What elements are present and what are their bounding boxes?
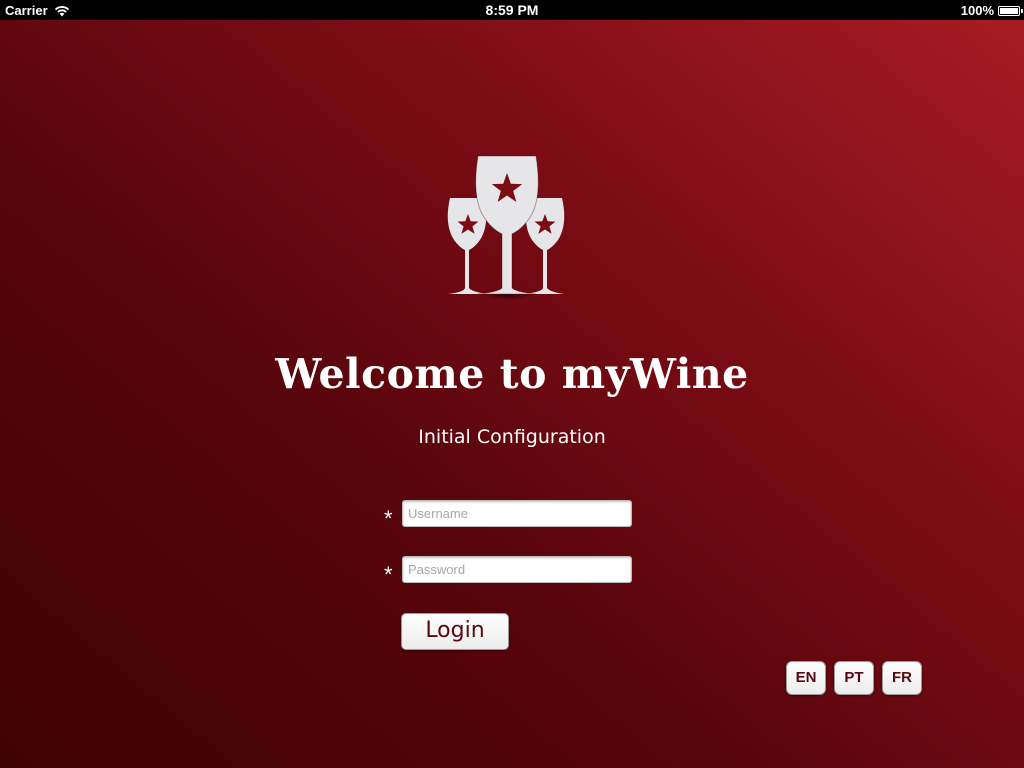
login-button[interactable]: Login [401, 613, 509, 650]
battery-icon [998, 5, 1023, 16]
battery-percent: 100% [960, 3, 994, 18]
battery-indicator: 100% [960, 3, 1023, 18]
username-row: * [384, 494, 632, 532]
page-subtitle: Initial Configuration [418, 426, 606, 448]
status-bar: Carrier 8:59 PM 100% [0, 0, 1024, 20]
password-input[interactable] [402, 555, 632, 583]
username-input[interactable] [402, 499, 632, 527]
language-button-en[interactable]: EN [786, 661, 826, 695]
language-button-pt[interactable]: PT [834, 661, 874, 695]
login-screen: Welcome to myWine Initial Configuration … [0, 20, 1024, 768]
language-button-fr[interactable]: FR [882, 661, 922, 695]
page-title: Welcome to myWine [275, 350, 749, 398]
status-time: 8:59 PM [485, 2, 539, 18]
required-marker: * [384, 562, 393, 587]
wine-glasses-stars-icon [447, 155, 565, 300]
battery-fill [1000, 7, 1018, 14]
password-row: * [384, 550, 632, 588]
required-marker: * [384, 506, 393, 531]
